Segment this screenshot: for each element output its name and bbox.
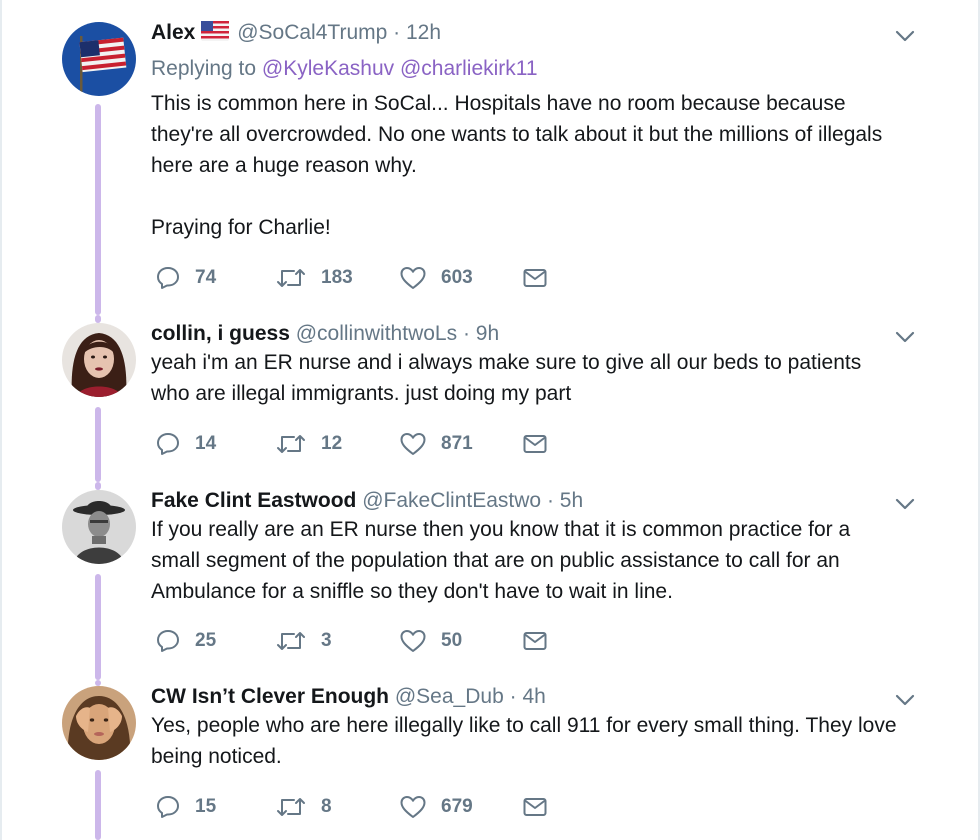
like-button[interactable]: 871 — [399, 430, 473, 458]
tweet-text: This is common here in SoCal... Hospital… — [151, 92, 883, 239]
user-handle[interactable]: @collinwithtwoLs — [296, 322, 457, 345]
tweet-text: Yes, people who are here illegally like … — [151, 714, 897, 768]
avatar[interactable] — [62, 22, 136, 96]
avatar[interactable] — [62, 490, 136, 564]
envelope-icon — [522, 794, 548, 820]
thread-line — [95, 104, 101, 315]
display-name[interactable]: CW Isn’t Clever Enough — [151, 685, 389, 708]
direct-message-button[interactable] — [522, 793, 548, 821]
chevron-down-icon[interactable] — [893, 492, 917, 516]
chevron-down-icon[interactable] — [893, 688, 917, 712]
retweet-icon — [275, 431, 307, 457]
thread-line — [95, 574, 101, 680]
chevron-down-icon[interactable] — [893, 24, 917, 48]
envelope-icon — [522, 431, 548, 457]
display-name[interactable]: Alex — [151, 21, 195, 44]
retweet-icon — [275, 628, 307, 654]
direct-message-button[interactable] — [522, 430, 548, 458]
thread-line — [95, 407, 101, 482]
separator: · — [509, 685, 517, 708]
heart-icon — [399, 794, 427, 820]
envelope-icon — [522, 628, 548, 654]
display-name[interactable]: Fake Clint Eastwood — [151, 489, 356, 512]
separator: · — [546, 489, 554, 512]
retweet-count: 8 — [321, 796, 332, 817]
display-name[interactable]: collin, i guess — [151, 322, 290, 345]
retweet-button[interactable]: 3 — [275, 627, 332, 655]
reply-button[interactable]: 74 — [155, 264, 216, 292]
like-button[interactable]: 50 — [399, 627, 462, 655]
chevron-down-icon[interactable] — [893, 325, 917, 349]
separator: · — [393, 21, 401, 44]
like-button[interactable]: 679 — [399, 793, 473, 821]
retweet-count: 183 — [321, 267, 353, 288]
reply-count: 74 — [195, 267, 217, 288]
tweet-cw[interactable]: CW Isn’t Clever Enough @Sea_Dub · 4h Yes… — [0, 680, 980, 840]
tweet-fake-clint-eastwood[interactable]: Fake Clint Eastwood @FakeClintEastwo · 5… — [0, 482, 980, 680]
retweet-button[interactable]: 8 — [275, 793, 332, 821]
separator: · — [462, 322, 470, 345]
thread-line — [95, 770, 101, 840]
avatar[interactable] — [62, 323, 136, 397]
tweet-actions: 15 8 679 — [155, 793, 575, 821]
retweet-button[interactable]: 183 — [275, 264, 353, 292]
tweet-text: If you really are an ER nurse then you k… — [151, 518, 851, 603]
retweet-button[interactable]: 12 — [275, 430, 342, 458]
reply-button[interactable]: 25 — [155, 627, 216, 655]
timestamp[interactable]: 4h — [522, 685, 545, 708]
tweet-text: yeah i'm an ER nurse and i always make s… — [151, 351, 862, 405]
reply-icon — [155, 265, 181, 291]
tweet-actions: 14 12 871 — [155, 430, 575, 458]
tweet-alex[interactable]: Alex @SoCal4Trump · 12h Replying to @Kyl… — [0, 0, 980, 315]
retweet-count: 3 — [321, 630, 332, 651]
user-handle[interactable]: @SoCal4Trump — [237, 21, 387, 44]
retweet-count: 12 — [321, 433, 343, 454]
direct-message-button[interactable] — [522, 264, 548, 292]
thread-line — [95, 315, 101, 323]
like-count: 679 — [441, 796, 473, 817]
like-button[interactable]: 603 — [399, 264, 473, 292]
tweet-actions: 25 3 50 — [155, 627, 575, 655]
user-handle[interactable]: @Sea_Dub — [395, 685, 504, 708]
like-count: 603 — [441, 267, 473, 288]
reply-icon — [155, 628, 181, 654]
heart-icon — [399, 265, 427, 291]
thread-line — [95, 482, 101, 490]
user-handle[interactable]: @FakeClintEastwo — [362, 489, 541, 512]
like-count: 871 — [441, 433, 473, 454]
heart-icon — [399, 431, 427, 457]
tweet-header: CW Isn’t Clever Enough @Sea_Dub · 4h — [151, 684, 931, 710]
reply-button[interactable]: 14 — [155, 430, 216, 458]
us-flag-icon — [201, 21, 230, 48]
reply-count: 14 — [195, 433, 217, 454]
tweet-header: Alex @SoCal4Trump · 12h — [151, 20, 931, 48]
reply-button[interactable]: 15 — [155, 793, 216, 821]
replying-prefix: Replying to — [151, 57, 257, 80]
reply-icon — [155, 431, 181, 457]
retweet-icon — [275, 794, 307, 820]
envelope-icon — [522, 265, 548, 291]
tweet-header: Fake Clint Eastwood @FakeClintEastwo · 5… — [151, 488, 931, 514]
reply-icon — [155, 794, 181, 820]
tweet-header: collin, i guess @collinwithtwoLs · 9h — [151, 321, 931, 347]
replying-to: Replying to @KyleKashuv @charliekirk11 — [151, 56, 931, 82]
reply-count: 15 — [195, 796, 217, 817]
tweet-collin[interactable]: collin, i guess @collinwithtwoLs · 9h ye… — [0, 315, 980, 482]
tweet-actions: 74 183 603 — [155, 264, 575, 292]
timestamp[interactable]: 5h — [560, 489, 583, 512]
replying-mentions[interactable]: @KyleKashuv @charliekirk11 — [262, 57, 538, 80]
direct-message-button[interactable] — [522, 627, 548, 655]
reply-count: 25 — [195, 630, 217, 651]
timestamp[interactable]: 12h — [406, 21, 441, 44]
avatar[interactable] — [62, 686, 136, 760]
like-count: 50 — [441, 630, 463, 651]
timestamp[interactable]: 9h — [476, 322, 499, 345]
retweet-icon — [275, 265, 307, 291]
heart-icon — [399, 628, 427, 654]
